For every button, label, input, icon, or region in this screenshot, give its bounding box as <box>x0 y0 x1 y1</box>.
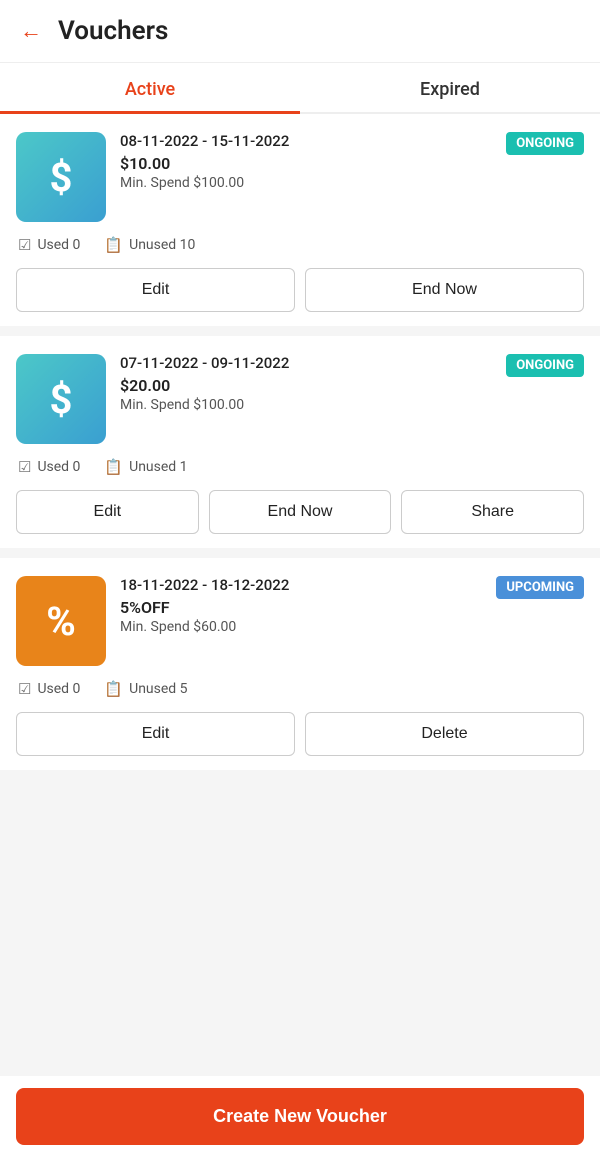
voucher-top-1: $ 08-11-2022 - 15-11-2022 $10.00 Min. Sp… <box>16 132 584 222</box>
voucher-amount-3: 5%OFF <box>120 598 486 617</box>
stat-used-1: ☑ Used 0 <box>18 236 80 254</box>
calendar-icon-1: 📋 <box>104 236 123 254</box>
stat-unused-1: 📋 Unused 10 <box>104 236 195 254</box>
create-voucher-button[interactable]: Create New Voucher <box>16 1088 584 1145</box>
calendar-icon-2: 📋 <box>104 458 123 476</box>
create-button-wrap: Create New Voucher <box>0 1076 600 1157</box>
status-badge-1: ONGOING <box>506 132 584 155</box>
voucher-min-2: Min. Spend $100.00 <box>120 397 496 413</box>
voucher-actions-3: Edit Delete <box>16 712 584 756</box>
voucher-dates-1: 08-11-2022 - 15-11-2022 <box>120 132 496 150</box>
voucher-card-1: $ 08-11-2022 - 15-11-2022 $10.00 Min. Sp… <box>0 114 600 326</box>
bottom-spacer <box>0 780 600 860</box>
voucher-icon-1: $ <box>16 132 106 222</box>
voucher-top-2: $ 07-11-2022 - 09-11-2022 $20.00 Min. Sp… <box>16 354 584 444</box>
edit-button-3[interactable]: Edit <box>16 712 295 756</box>
check-icon-1: ☑ <box>18 236 31 254</box>
voucher-icon-2: $ <box>16 354 106 444</box>
check-icon-2: ☑ <box>18 458 31 476</box>
stat-unused-3: 📋 Unused 5 <box>104 680 187 698</box>
back-button[interactable]: ← <box>20 18 42 44</box>
voucher-dates-2: 07-11-2022 - 09-11-2022 <box>120 354 496 372</box>
stat-unused-2: 📋 Unused 1 <box>104 458 187 476</box>
voucher-dates-3: 18-11-2022 - 18-12-2022 <box>120 576 486 594</box>
end-now-button-1[interactable]: End Now <box>305 268 584 312</box>
voucher-stats-2: ☑ Used 0 📋 Unused 1 <box>16 458 584 476</box>
voucher-min-1: Min. Spend $100.00 <box>120 175 496 191</box>
voucher-stats-3: ☑ Used 0 📋 Unused 5 <box>16 680 584 698</box>
voucher-card-3: % 18-11-2022 - 18-12-2022 5%OFF Min. Spe… <box>0 558 600 770</box>
page-title: Vouchers <box>58 16 168 46</box>
delete-button-3[interactable]: Delete <box>305 712 584 756</box>
check-icon-3: ☑ <box>18 680 31 698</box>
voucher-top-3: % 18-11-2022 - 18-12-2022 5%OFF Min. Spe… <box>16 576 584 666</box>
voucher-info-3: 18-11-2022 - 18-12-2022 5%OFF Min. Spend… <box>120 576 486 635</box>
voucher-card-2: $ 07-11-2022 - 09-11-2022 $20.00 Min. Sp… <box>0 336 600 548</box>
page-header: ← Vouchers <box>0 0 600 63</box>
tab-active[interactable]: Active <box>0 63 300 112</box>
voucher-info-2: 07-11-2022 - 09-11-2022 $20.00 Min. Spen… <box>120 354 496 413</box>
voucher-actions-2: Edit End Now Share <box>16 490 584 534</box>
stat-used-3: ☑ Used 0 <box>18 680 80 698</box>
voucher-min-3: Min. Spend $60.00 <box>120 619 486 635</box>
share-button-2[interactable]: Share <box>401 490 584 534</box>
tab-bar: Active Expired <box>0 63 600 114</box>
status-badge-3: UPCOMING <box>496 576 584 599</box>
voucher-info-1: 08-11-2022 - 15-11-2022 $10.00 Min. Spen… <box>120 132 496 191</box>
voucher-amount-2: $20.00 <box>120 376 496 395</box>
end-now-button-2[interactable]: End Now <box>209 490 392 534</box>
edit-button-2[interactable]: Edit <box>16 490 199 534</box>
edit-button-1[interactable]: Edit <box>16 268 295 312</box>
voucher-amount-1: $10.00 <box>120 154 496 173</box>
voucher-stats-1: ☑ Used 0 📋 Unused 10 <box>16 236 584 254</box>
status-badge-2: ONGOING <box>506 354 584 377</box>
stat-used-2: ☑ Used 0 <box>18 458 80 476</box>
calendar-icon-3: 📋 <box>104 680 123 698</box>
voucher-list: $ 08-11-2022 - 15-11-2022 $10.00 Min. Sp… <box>0 114 600 860</box>
voucher-icon-3: % <box>16 576 106 666</box>
voucher-actions-1: Edit End Now <box>16 268 584 312</box>
tab-expired[interactable]: Expired <box>300 63 600 112</box>
